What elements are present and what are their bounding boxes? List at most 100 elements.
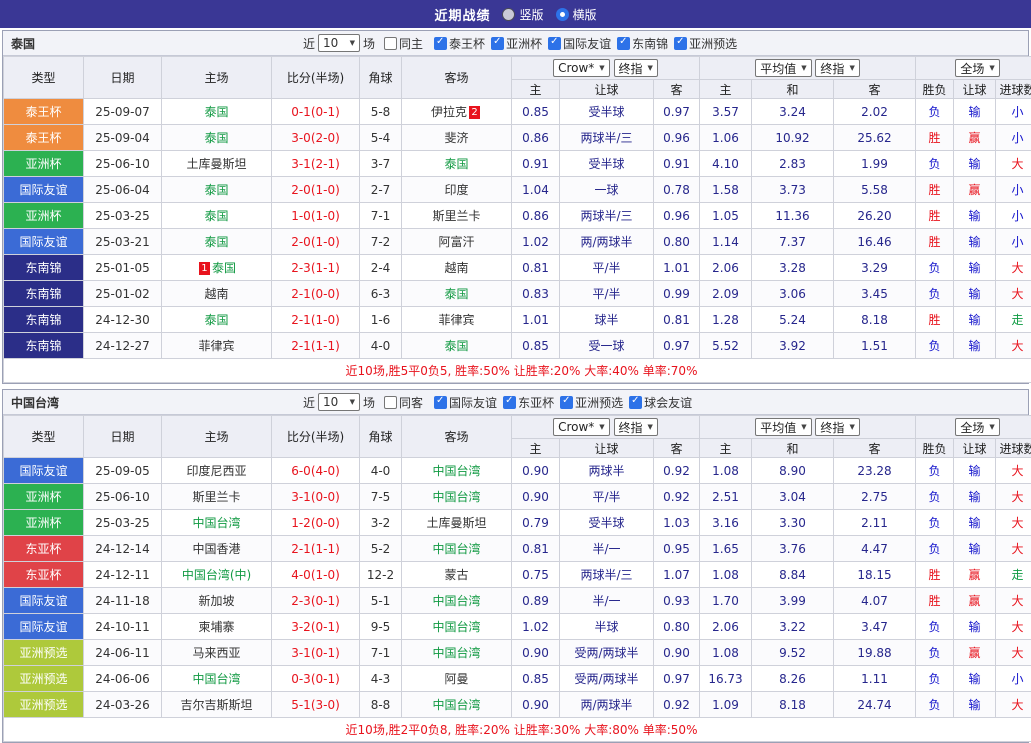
average-select[interactable]: 平均值▼ — [755, 418, 811, 436]
avg-away-odds-cell: 5.58 — [834, 177, 916, 203]
score-cell: 3-0(2-0) — [272, 125, 360, 151]
team-name: 泰国 — [11, 35, 35, 52]
competition-filter-checkbox[interactable]: 东亚杯 — [503, 394, 554, 411]
home-team-cell: 中国台湾 — [162, 666, 272, 692]
checkbox-checked-icon[interactable] — [617, 37, 630, 50]
goals-result-cell: 大 — [996, 588, 1031, 614]
handicap-result-cell: 赢 — [954, 177, 996, 203]
checkbox-checked-icon[interactable] — [434, 396, 447, 409]
competition-type-cell: 亚洲预选 — [4, 640, 84, 666]
competition-type-cell: 亚洲杯 — [4, 203, 84, 229]
checkbox-checked-icon[interactable] — [629, 396, 642, 409]
date-cell: 25-09-05 — [84, 458, 162, 484]
col-header-handicap-result: 让球 — [954, 80, 996, 99]
avg-away-odds-cell: 23.28 — [834, 458, 916, 484]
handicap-line-cell: 半球 — [560, 614, 654, 640]
avg-home-odds-cell: 2.06 — [700, 255, 752, 281]
fulltime-select[interactable]: 全场▼ — [955, 418, 999, 436]
competition-filter-checkbox[interactable]: 泰王杯 — [434, 35, 485, 52]
corners-cell: 2-7 — [360, 177, 402, 203]
competition-filter-checkbox[interactable]: 国际友谊 — [548, 35, 611, 52]
same-venue-checkbox[interactable]: 同客 — [384, 394, 423, 411]
filter-bar: 泰国 近 10▼ 场 同主 泰王杯亚洲杯国际友谊东南锦亚洲预选 — [3, 31, 1028, 56]
col-header-handicap: 让球 — [560, 439, 654, 458]
checkbox-checked-icon[interactable] — [560, 396, 573, 409]
competition-filter-checkbox[interactable]: 东南锦 — [617, 35, 668, 52]
final-odds-select[interactable]: 终指▼ — [614, 418, 658, 436]
corners-cell: 12-2 — [360, 562, 402, 588]
home-team-cell: 柬埔寨 — [162, 614, 272, 640]
competition-filter-checkbox[interactable]: 国际友谊 — [434, 394, 497, 411]
checkbox-checked-icon[interactable] — [503, 396, 516, 409]
home-team-cell: 新加坡 — [162, 588, 272, 614]
corners-cell: 9-5 — [360, 614, 402, 640]
competition-filter-checkbox[interactable]: 亚洲预选 — [674, 35, 737, 52]
same-venue-checkbox[interactable]: 同主 — [384, 35, 423, 52]
radio-checked-icon[interactable] — [556, 8, 569, 21]
matches-count-select[interactable]: 10▼ — [318, 393, 360, 411]
checkbox-checked-icon[interactable] — [548, 37, 561, 50]
radio-unchecked-icon[interactable] — [502, 8, 515, 21]
handicap-odds-controls: Crow*▼ 终指▼ — [512, 57, 700, 80]
col-header-goals: 进球数 — [996, 80, 1031, 99]
final-odds-select[interactable]: 终指▼ — [815, 418, 859, 436]
chevron-down-icon: ▼ — [599, 64, 604, 72]
chevron-down-icon: ▼ — [849, 423, 854, 431]
competition-filter-label: 亚洲预选 — [689, 35, 737, 52]
avg-draw-odds-cell: 3.73 — [752, 177, 834, 203]
bookmaker-select[interactable]: Crow*▼ — [553, 418, 610, 436]
checkbox-unchecked-icon[interactable] — [384, 37, 397, 50]
final-odds-select[interactable]: 终指▼ — [614, 59, 658, 77]
col-header-handicap-result: 让球 — [954, 439, 996, 458]
goals-result-cell: 大 — [996, 255, 1031, 281]
matches-count-select[interactable]: 10▼ — [318, 34, 360, 52]
score-cell: 2-1(1-1) — [272, 333, 360, 359]
layout-radio-vertical[interactable]: 竖版 — [502, 6, 543, 23]
handicap-home-odds-cell: 0.91 — [512, 151, 560, 177]
handicap-line-cell: 两球半/三 — [560, 562, 654, 588]
match-row: 亚洲杯25-06-10斯里兰卡3-1(0-0)7-5中国台湾0.90平/半0.9… — [4, 484, 1031, 510]
competition-filter-checkbox[interactable]: 球会友谊 — [629, 394, 692, 411]
goals-result-cell: 小 — [996, 125, 1031, 151]
col-header-type: 类型 — [4, 57, 84, 99]
score-cell: 2-1(1-1) — [272, 536, 360, 562]
result-cell: 胜 — [916, 229, 954, 255]
result-cell: 胜 — [916, 203, 954, 229]
checkbox-checked-icon[interactable] — [491, 37, 504, 50]
handicap-line-cell: 受一球 — [560, 333, 654, 359]
checkbox-checked-icon[interactable] — [434, 37, 447, 50]
final-odds-select[interactable]: 终指▼ — [815, 59, 859, 77]
score-cell: 3-1(0-0) — [272, 484, 360, 510]
bookmaker-select[interactable]: Crow*▼ — [553, 59, 610, 77]
avg-home-odds-cell: 2.51 — [700, 484, 752, 510]
avg-home-odds-cell: 16.73 — [700, 666, 752, 692]
average-odds-controls: 平均值▼ 终指▼ — [700, 416, 916, 439]
handicap-away-odds-cell: 0.78 — [654, 177, 700, 203]
fulltime-select[interactable]: 全场▼ — [955, 59, 999, 77]
checkbox-unchecked-icon[interactable] — [384, 396, 397, 409]
average-odds-controls: 平均值▼ 终指▼ — [700, 57, 916, 80]
match-row: 国际友谊24-10-11柬埔寨3-2(0-1)9-5中国台湾1.02半球0.80… — [4, 614, 1031, 640]
competition-type-cell: 泰王杯 — [4, 99, 84, 125]
competition-filter-checkbox[interactable]: 亚洲杯 — [491, 35, 542, 52]
col-header-corner: 角球 — [360, 416, 402, 458]
date-cell: 25-03-25 — [84, 203, 162, 229]
checkbox-checked-icon[interactable] — [674, 37, 687, 50]
layout-radio-horizontal[interactable]: 横版 — [556, 6, 597, 23]
average-select[interactable]: 平均值▼ — [755, 59, 811, 77]
handicap-home-odds-cell: 1.01 — [512, 307, 560, 333]
handicap-home-odds-cell: 0.83 — [512, 281, 560, 307]
avg-draw-odds-cell: 3.76 — [752, 536, 834, 562]
avg-away-odds-cell: 18.15 — [834, 562, 916, 588]
col-header-odds-home: 主 — [512, 80, 560, 99]
handicap-away-odds-cell: 1.07 — [654, 562, 700, 588]
goals-result-cell: 大 — [996, 510, 1031, 536]
goals-result-cell: 走 — [996, 562, 1031, 588]
competition-filter-checkbox[interactable]: 亚洲预选 — [560, 394, 623, 411]
avg-draw-odds-cell: 3.06 — [752, 281, 834, 307]
col-header-avg-draw: 和 — [752, 80, 834, 99]
avg-home-odds-cell: 4.10 — [700, 151, 752, 177]
handicap-home-odds-cell: 0.81 — [512, 536, 560, 562]
handicap-line-cell: 半/一 — [560, 536, 654, 562]
avg-home-odds-cell: 1.08 — [700, 640, 752, 666]
